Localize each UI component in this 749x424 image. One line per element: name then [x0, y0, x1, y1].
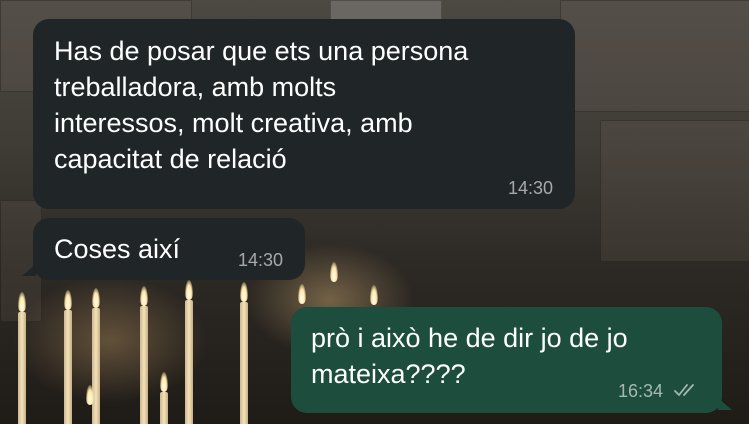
candle-flame — [86, 385, 94, 405]
candle — [140, 306, 148, 424]
candle-flame — [370, 285, 378, 305]
candle — [185, 300, 193, 424]
candle — [18, 312, 26, 424]
candle-flame — [330, 262, 338, 282]
message-text: Has de posar que ets una persona treball… — [54, 36, 469, 174]
candle-flame — [185, 280, 193, 300]
candle — [160, 392, 168, 424]
candle — [92, 308, 100, 424]
message-bubble-incoming[interactable]: Has de posar que ets una persona treball… — [33, 19, 575, 209]
candle-flame — [140, 286, 148, 306]
wallpaper-stone-block — [560, 0, 749, 112]
candle — [64, 310, 72, 424]
double-check-icon — [674, 382, 700, 402]
message-timestamp: 14:30 — [237, 250, 283, 270]
wallpaper-iron-grille — [330, 0, 442, 20]
message-bubble-outgoing[interactable]: prò i això he de dir jo de jo mateixa???… — [291, 307, 722, 413]
candle-flame — [298, 284, 306, 304]
wallpaper-stone-block — [600, 120, 749, 262]
candle-flame — [160, 372, 168, 392]
candle-flame — [64, 290, 72, 310]
message-timestamp: 14:30 — [507, 178, 553, 198]
message-timestamp: 16:34 — [617, 380, 663, 401]
candle-flame — [240, 282, 248, 302]
candle — [240, 302, 248, 424]
message-bubble-incoming[interactable]: Coses així 14:30 — [33, 218, 305, 280]
message-meta: 16:34 — [618, 381, 700, 402]
candle-flame — [92, 288, 100, 308]
candle-flame — [18, 292, 26, 312]
